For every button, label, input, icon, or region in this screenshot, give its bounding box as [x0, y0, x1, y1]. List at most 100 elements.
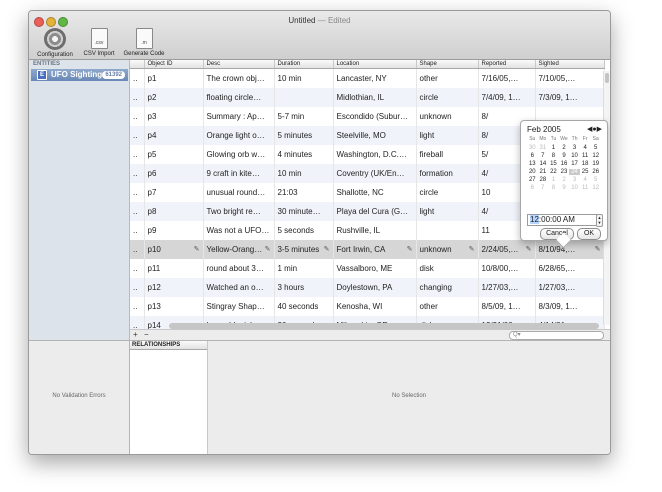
cell-shape[interactable]: changing — [416, 278, 479, 297]
cell-shape[interactable]: fireball — [416, 145, 479, 164]
time-rest-segment[interactable]: :00:00 AM — [539, 215, 575, 224]
calendar-day[interactable]: 1 — [548, 177, 559, 183]
calendar-day[interactable]: 1 — [548, 145, 559, 151]
cell-object-id[interactable]: p10 ✎ — [144, 240, 204, 259]
column-header-sighted[interactable]: Sighted — [535, 60, 605, 69]
cell-location[interactable]: Rushville, IL — [333, 221, 417, 240]
calendar-day[interactable]: 28 — [538, 177, 549, 183]
cell-location[interactable]: Midlothian, IL — [333, 88, 417, 107]
cell-desc[interactable]: Was not a UFO… — [203, 221, 275, 240]
cell-duration[interactable]: 3 hours — [274, 278, 334, 297]
cell-sighted[interactable]: 7/10/05,… — [535, 68, 605, 88]
cell-object-id[interactable]: p11 — [144, 259, 204, 278]
cell-location[interactable]: Lancaster, NY — [333, 68, 417, 88]
calendar-day[interactable]: 26 — [590, 169, 601, 175]
calendar-day[interactable]: 8 — [548, 185, 559, 191]
cell-desc[interactable]: round about 3… — [203, 259, 275, 278]
csv-import-button[interactable]: .csv CSV Import — [79, 28, 119, 57]
column-header-shape[interactable]: Shape — [416, 60, 479, 69]
calendar-day[interactable]: 4 — [580, 177, 591, 183]
calendar-day[interactable]: 21 — [538, 169, 549, 175]
cell-sighted[interactable]: 6/28/65,… — [535, 259, 605, 278]
cell-duration[interactable] — [274, 88, 334, 107]
cell-object-id[interactable]: p12 — [144, 278, 204, 297]
cell-location[interactable]: Doylestown, PA — [333, 278, 417, 297]
cell-location[interactable]: Steelville, MO — [333, 126, 417, 145]
configuration-button[interactable]: Configuration — [33, 28, 77, 58]
vertical-scroll-thumb[interactable] — [605, 73, 609, 83]
calendar-day[interactable]: 10 — [569, 153, 580, 159]
cell-location[interactable]: Escondido (Subur… — [333, 107, 417, 126]
cell-object-id[interactable]: p9 — [144, 221, 204, 240]
cell-duration[interactable]: 21:03 — [274, 183, 334, 202]
calendar-day[interactable]: 17 — [569, 161, 580, 167]
cell-desc[interactable]: Yellow-Orang… ✎ — [203, 240, 275, 259]
cell-sighted[interactable]: 8/3/09, 1… — [535, 297, 605, 316]
calendar-day[interactable]: 8 — [548, 153, 559, 159]
edit-pencil-icon[interactable]: ✎ — [407, 245, 413, 253]
sidebar-item-ufo-sighting[interactable]: E UFO Sighting 61392 — [31, 69, 128, 81]
cell-location[interactable]: Vassalboro, ME — [333, 259, 417, 278]
cell-duration[interactable]: 4 minutes — [274, 145, 334, 164]
cell-duration[interactable]: 10 min — [274, 164, 334, 183]
cell-location[interactable]: Washington, D.C.… — [333, 145, 417, 164]
table-row[interactable]: .. p12 Watched an o… 3 hours Doylestown, PA c… — [130, 278, 605, 297]
cell-object-id[interactable]: p13 — [144, 297, 204, 316]
cell-duration[interactable]: 5 seconds — [274, 221, 334, 240]
cell-desc[interactable]: Summary : Ap… — [203, 107, 275, 126]
cell-shape[interactable]: light — [416, 126, 479, 145]
time-field[interactable]: 12:00:00 AM — [527, 214, 597, 226]
calendar-day[interactable]: 3 — [569, 145, 580, 151]
cell-shape[interactable]: circle — [416, 88, 479, 107]
column-header-duration[interactable]: Duration — [274, 60, 334, 69]
cell-location[interactable]: Shallotte, NC — [333, 183, 417, 202]
calendar-day[interactable]: 16 — [559, 161, 570, 167]
calendar-day[interactable]: 6 — [527, 185, 538, 191]
table-row[interactable]: .. p13 Stingray Shap… 40 seconds Kenosha, WI… — [130, 297, 605, 316]
edit-pencil-icon[interactable]: ✎ — [265, 245, 271, 253]
column-header-desc[interactable]: Desc — [203, 60, 275, 69]
edit-pencil-icon[interactable]: ✎ — [194, 245, 200, 253]
calendar-day[interactable]: 11 — [580, 185, 591, 191]
calendar-day[interactable]: 20 — [527, 169, 538, 175]
cell-reported[interactable]: 7/4/09, 1… — [478, 88, 536, 107]
calendar-day[interactable]: 4 — [580, 145, 591, 151]
table-row[interactable]: .. p10 ✎ Yellow-Orang… ✎ 3-5 minutes ✎ Fort Irw… — [130, 240, 605, 259]
cell-duration[interactable]: 5 minutes — [274, 126, 334, 145]
edit-pencil-icon[interactable]: ✎ — [469, 245, 475, 253]
cell-sighted[interactable]: 7/3/09, 1… — [535, 88, 605, 107]
cell-desc[interactable]: 9 craft in kite… — [203, 164, 275, 183]
cell-desc[interactable]: Orange light o… — [203, 126, 275, 145]
cell-duration[interactable]: 30 minute… — [274, 202, 334, 221]
column-header-location[interactable]: Location — [333, 60, 417, 69]
cell-shape[interactable]: disk — [416, 259, 479, 278]
cell-desc[interactable]: Glowing orb w… — [203, 145, 275, 164]
cell-shape[interactable] — [416, 221, 479, 240]
cell-duration[interactable]: 3-5 minutes ✎ — [274, 240, 334, 259]
calendar-day[interactable]: 27 — [527, 177, 538, 183]
cell-reported[interactable]: 8/5/09, 1… — [478, 297, 536, 316]
remove-row-button[interactable]: − — [144, 330, 149, 340]
calendar-day[interactable]: 3 — [569, 177, 580, 183]
calendar-day[interactable]: 13 — [527, 161, 538, 167]
cell-location[interactable]: Playa del Cura (G… — [333, 202, 417, 221]
table-row[interactable]: .. p2 floating circle… Midlothian, IL circle… — [130, 88, 605, 107]
calendar-day[interactable]: 7 — [538, 185, 549, 191]
cell-object-id[interactable]: p6 — [144, 164, 204, 183]
cell-reported[interactable]: 7/16/05,… — [478, 68, 536, 88]
calendar-day[interactable]: 9 — [559, 153, 570, 159]
calendar-day[interactable]: 6 — [527, 153, 538, 159]
cell-object-id[interactable]: p5 — [144, 145, 204, 164]
cell-object-id[interactable]: p2 — [144, 88, 204, 107]
cell-duration[interactable]: 5-7 min — [274, 107, 334, 126]
time-hour-segment[interactable]: 12 — [530, 215, 539, 224]
calendar-day[interactable]: 18 — [580, 161, 591, 167]
calendar-day[interactable]: 22 — [548, 169, 559, 175]
calendar-day[interactable]: 11 — [580, 153, 591, 159]
calendar-day[interactable]: 5 — [590, 177, 601, 183]
cell-sighted[interactable]: 8/10/94,… ✎ — [535, 240, 605, 259]
calendar-day[interactable]: 12 — [590, 153, 601, 159]
calendar-day[interactable]: 19 — [590, 161, 601, 167]
edit-pencil-icon[interactable]: ✎ — [595, 245, 601, 253]
cell-duration[interactable]: 40 seconds — [274, 297, 334, 316]
